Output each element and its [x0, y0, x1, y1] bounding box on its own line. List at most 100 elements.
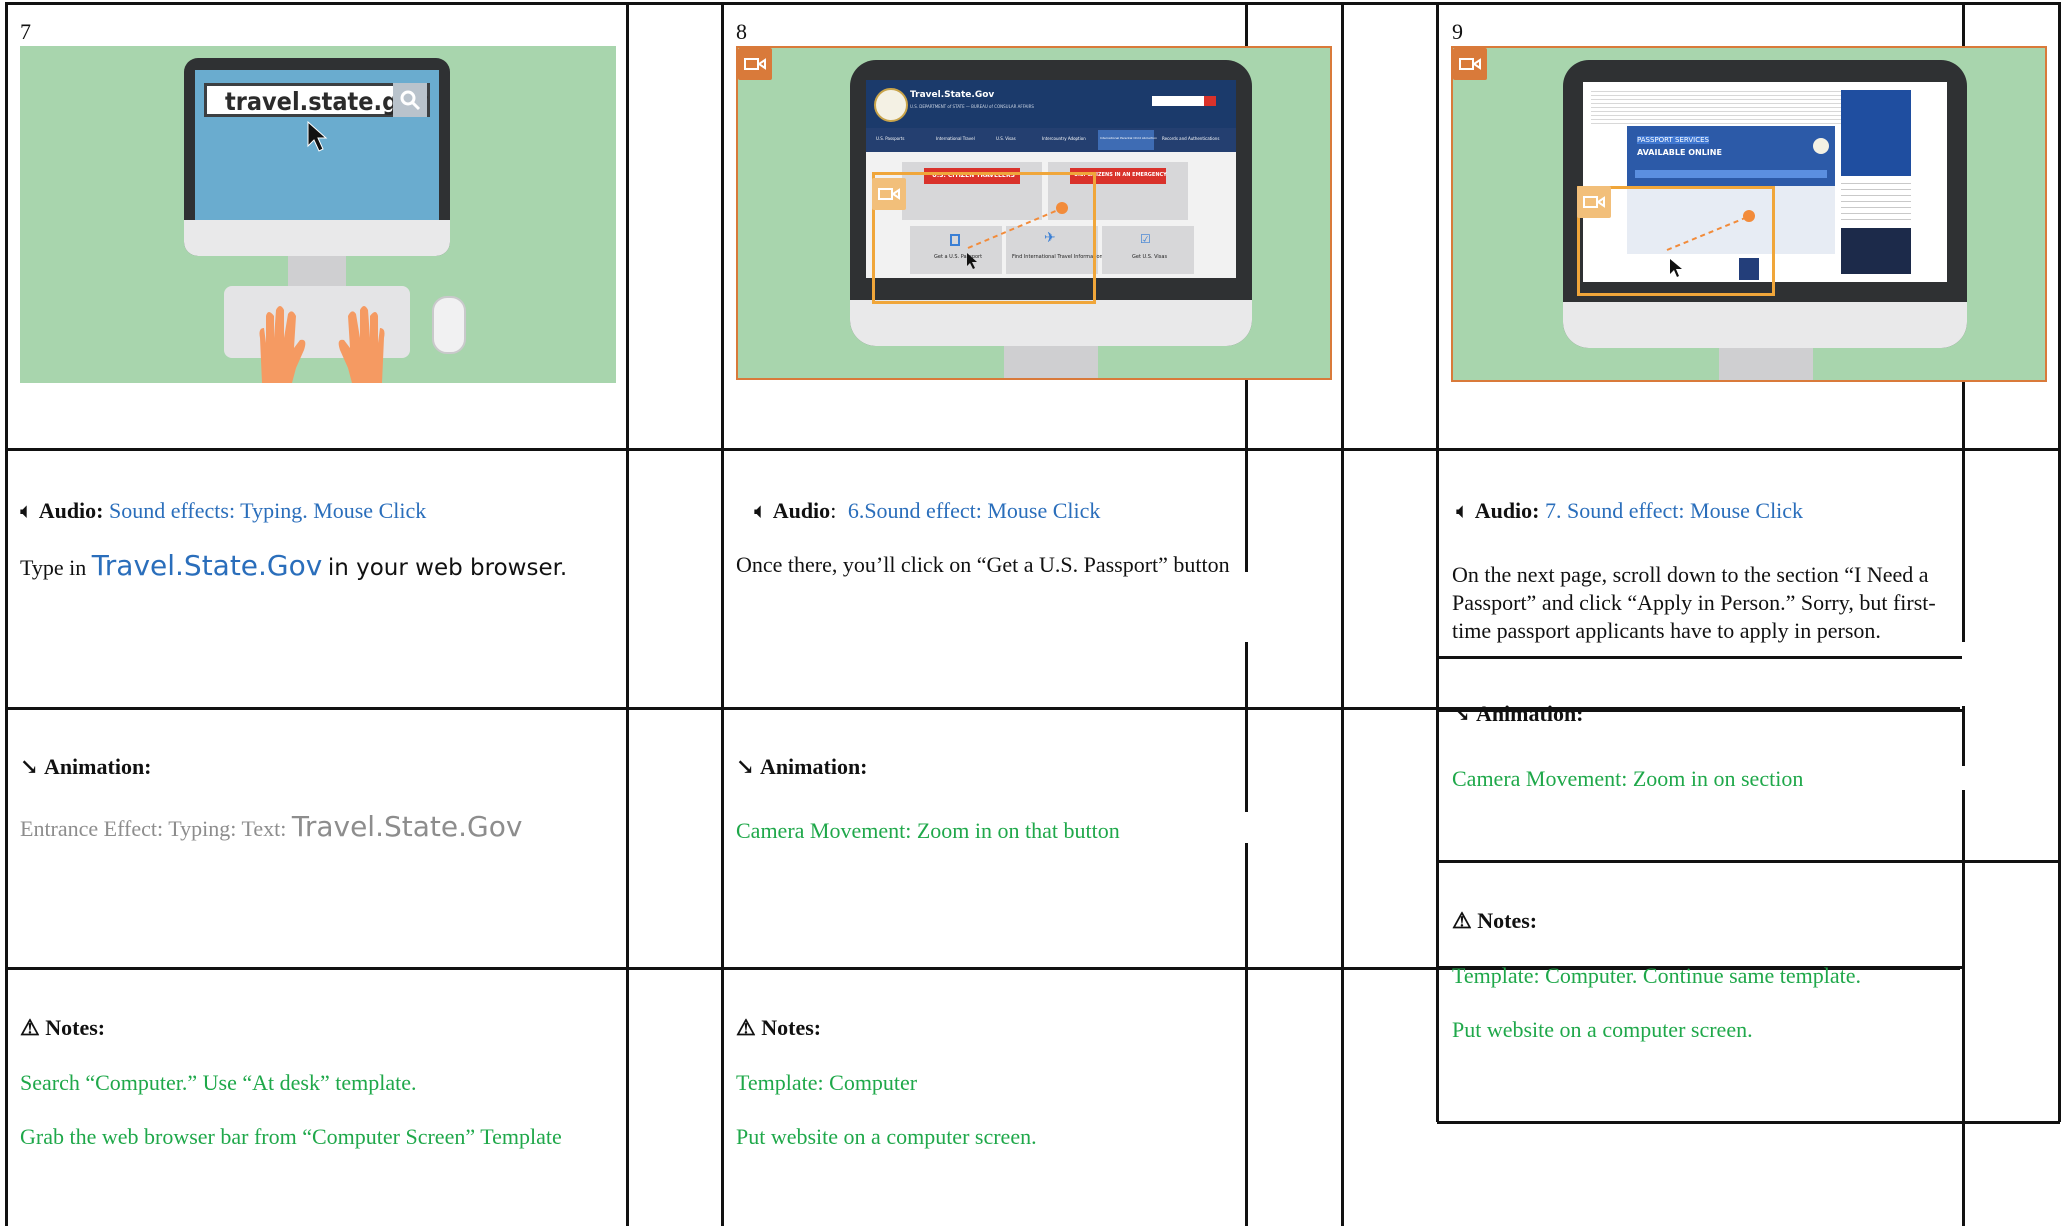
animation-text: Camera Movement: Zoom in on section	[1452, 766, 1804, 791]
nav-item: Intercountry Adoption	[1042, 136, 1086, 141]
banner-line-1: PASSPORT SERVICES	[1637, 136, 1709, 144]
note-line: Put website on a computer screen.	[736, 1124, 1037, 1149]
panel-number: 9	[1452, 19, 1463, 44]
notes-label: Notes:	[45, 1015, 106, 1040]
site-header: Travel.State.Gov U.S. DEPARTMENT of STAT…	[866, 80, 1236, 128]
animation-text: Camera Movement: Zoom in on that button	[736, 818, 1120, 843]
scene-illustration: PASSPORT SERVICES AVAILABLE ONLINE	[1451, 46, 2047, 382]
banner-line-2: AVAILABLE ONLINE	[1637, 148, 1722, 157]
audio-script: On the next page, scroll down to the sec…	[1452, 562, 1936, 643]
notes-label: Notes:	[1477, 908, 1538, 933]
animation-highlight: Travel.State.Gov	[291, 810, 523, 843]
nav-item-active: International Parental Child Abduction	[1098, 130, 1157, 150]
zoom-path	[967, 202, 1068, 249]
seal-icon	[1813, 138, 1829, 154]
notes-heading: ⚠ Notes:	[1452, 907, 1537, 935]
audio-value: 7. Sound effect: Mouse Click	[1545, 498, 1804, 523]
audio-script: Once there, you’ll click on “Get a U.S. …	[736, 552, 1230, 577]
nav-item: U.S. Passports	[876, 136, 905, 141]
arrow-icon: ↘	[20, 754, 39, 779]
audio-label: Audio:	[38, 498, 104, 523]
audio-script: Type in Travel.State.Gov in your web bro…	[20, 552, 567, 582]
sidebar-photo	[1841, 228, 1911, 274]
monitor-stand	[288, 256, 346, 286]
site-name: Travel.State.Gov	[910, 90, 995, 100]
monitor-stand	[1004, 346, 1098, 378]
speaker-icon: 🔈︎	[1456, 498, 1470, 523]
nav-item: International Travel	[936, 136, 975, 141]
camera-icon	[738, 48, 772, 80]
audio-label: Audio	[772, 498, 831, 523]
note-line: Template: Computer. Continue same templa…	[1452, 963, 1862, 988]
page-text-block	[1591, 88, 1841, 126]
grid-line	[1962, 706, 1965, 766]
note-line: Put website on a computer screen.	[1452, 1017, 1753, 1042]
animation-label: Animation:	[1475, 701, 1584, 726]
note-line: Grab the web browser bar from “Computer …	[20, 1124, 562, 1149]
animation-heading: ↘ Animation:	[1452, 700, 1584, 728]
scene-illustration: Travel.State.Gov U.S. DEPARTMENT of STAT…	[736, 46, 1332, 380]
arrow-icon: ↘	[1452, 701, 1471, 726]
state-seal-icon	[874, 88, 908, 122]
site-search-button	[1204, 96, 1216, 106]
grid-line	[1245, 642, 1248, 812]
panel-number: 7	[20, 19, 31, 44]
sidebar-list	[1841, 178, 1911, 224]
grid-line	[5, 448, 2060, 451]
warning-icon: ⚠	[736, 1015, 756, 1040]
mouse	[432, 296, 466, 354]
warning-icon: ⚠	[1452, 908, 1472, 933]
browser-address-bar: travel.state.gov	[204, 83, 430, 117]
monitor-chin	[850, 300, 1252, 346]
site-nav: U.S. Passports International Travel U.S.…	[866, 128, 1236, 152]
grid-line	[1437, 656, 1962, 659]
sidebar-buttons	[1841, 90, 1911, 176]
camera-icon	[1577, 186, 1611, 218]
scene-illustration: travel.state.gov	[20, 46, 616, 383]
warning-icon: ⚠	[20, 1015, 40, 1040]
camera-icon	[1453, 48, 1487, 80]
monitor-chin	[1563, 302, 1967, 348]
grid-line	[1436, 2, 1439, 1122]
zoom-path	[1666, 210, 1755, 251]
monitor-chin	[184, 220, 450, 256]
site-subtitle: U.S. DEPARTMENT of STATE — BUREAU of CON…	[910, 104, 1034, 109]
grid-line	[1245, 843, 1248, 1226]
grid-line	[2058, 2, 2061, 1122]
audio-label: Audio:	[1474, 498, 1540, 523]
animation-label: Animation:	[43, 754, 152, 779]
panel-number: 8	[736, 19, 747, 44]
grid-line	[1437, 1121, 2060, 1124]
speaker-icon: 🔈︎	[754, 498, 768, 523]
speaker-icon: 🔈︎	[20, 498, 34, 523]
notes-heading: ⚠ Notes:	[736, 1014, 821, 1042]
grid-line	[721, 2, 724, 1226]
grid-line	[5, 2, 2060, 5]
audio-value: 6.Sound effect: Mouse Click	[847, 498, 1101, 523]
audio-row: 🔈︎ Audio: Sound effects: Typing. Mouse C…	[20, 497, 426, 525]
nav-item: Records and Authentications	[1162, 136, 1220, 141]
tile-label: Get U.S. Visas	[1132, 254, 1168, 260]
script-prefix: Type in	[20, 555, 87, 580]
notes-label: Notes:	[761, 1015, 822, 1040]
audio-row: 🔈︎ Audio: 6.Sound effect: Mouse Click	[754, 498, 1101, 523]
checkbox-icon: ☑	[1140, 232, 1151, 246]
animation-heading: ↘ Animation:	[20, 753, 152, 781]
monitor-stand	[1719, 348, 1813, 380]
tile-visas: ☑ Get U.S. Visas	[1102, 226, 1194, 274]
animation-prefix: Entrance Effect: Typing: Text:	[20, 816, 287, 841]
grid-line	[5, 2, 8, 1226]
monitor: travel.state.gov	[184, 58, 450, 256]
site-search-input	[1152, 96, 1204, 106]
animation-text: Entrance Effect: Typing: Text: Travel.St…	[20, 813, 522, 843]
search-icon	[393, 83, 427, 117]
arrow-icon: ↘	[736, 754, 755, 779]
grid-line	[1437, 860, 2060, 863]
audio-value: Sound effects: Typing. Mouse Click	[109, 498, 427, 523]
audio-row: 🔈︎ Audio: 7. Sound effect: Mouse Click	[1456, 497, 1803, 525]
script-suffix: in your web browser.	[327, 555, 568, 581]
note-line: Search “Computer.” Use “At desk” templat…	[20, 1070, 417, 1095]
animation-heading: ↘ Animation:	[736, 753, 868, 781]
notes-heading: ⚠ Notes:	[20, 1014, 105, 1042]
script-highlight: Travel.State.Gov	[91, 549, 323, 582]
